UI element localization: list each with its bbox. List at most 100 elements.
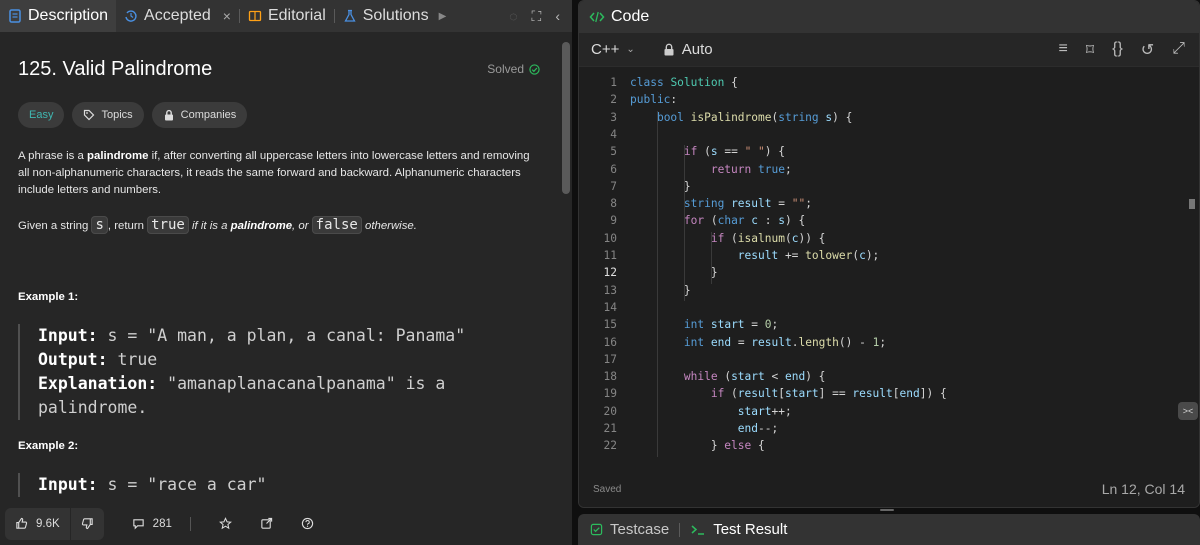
code-line[interactable]: } else { bbox=[630, 439, 765, 452]
code-line[interactable]: start++; bbox=[630, 405, 792, 418]
tab-test-result[interactable]: Test Result bbox=[690, 521, 787, 538]
input-label: Input: bbox=[38, 326, 98, 345]
code-line[interactable]: int end = result.length() - 1; bbox=[630, 336, 886, 349]
inline-code: s bbox=[91, 216, 108, 234]
code-line[interactable]: return true; bbox=[630, 163, 792, 176]
code-line[interactable]: if (result[start] == result[end]) { bbox=[630, 387, 947, 400]
line-number: 8 bbox=[610, 197, 617, 211]
code-line[interactable]: } bbox=[630, 284, 691, 297]
tag-chips: Easy Topics Companies bbox=[18, 102, 248, 128]
expand-icon[interactable]: ⤢ bbox=[1172, 40, 1185, 60]
example-block: Input: s = "race a car" bbox=[18, 473, 538, 497]
code-line[interactable]: } bbox=[630, 266, 718, 279]
cursor-position: Ln 12, Col 14 bbox=[1101, 481, 1185, 497]
input-label: Input: bbox=[38, 475, 98, 494]
play-icon[interactable]: ▶ bbox=[439, 11, 447, 22]
mode-toggle[interactable]: Auto bbox=[663, 41, 713, 58]
collapse-icon[interactable]: ‹ bbox=[555, 8, 560, 24]
dislike-button[interactable] bbox=[70, 507, 104, 540]
difficulty-badge: Easy bbox=[18, 102, 65, 128]
line-number: 2 bbox=[610, 93, 617, 107]
help-button[interactable] bbox=[301, 517, 314, 530]
line-number: 11 bbox=[603, 249, 617, 262]
language-select[interactable]: C++ ⌄ bbox=[591, 41, 635, 58]
code-line[interactable]: result += tolower(c); bbox=[630, 249, 880, 262]
tab-accepted[interactable]: Accepted × bbox=[116, 0, 239, 32]
comment-count: 281 bbox=[152, 517, 172, 530]
description-paragraph: A phrase is a palindrome if, after conve… bbox=[18, 148, 543, 199]
scrollbar-thumb[interactable] bbox=[1189, 199, 1195, 209]
code-editor[interactable]: 1 class Solution {2 public: 3 bool isPalind… bbox=[579, 71, 1184, 461]
format-icon[interactable]: ≡ bbox=[1059, 40, 1068, 60]
code-line[interactable]: class Solution { bbox=[630, 76, 738, 89]
editor-toolbar: C++ ⌄ Auto ≡ ⌑ {} ↺ ⤢ bbox=[579, 33, 1199, 67]
indent-guide bbox=[711, 231, 712, 284]
term-palindrome: palindrome bbox=[87, 150, 149, 162]
line-number: 20 bbox=[603, 404, 617, 418]
page-title: 125. Valid Palindrome bbox=[18, 58, 213, 80]
code-line[interactable]: while (start < end) { bbox=[630, 370, 826, 383]
console-tab-bar: Testcase Test Result bbox=[578, 514, 1200, 545]
tab-editorial[interactable]: Editorial bbox=[240, 0, 334, 32]
resize-handle[interactable] bbox=[880, 509, 894, 511]
thumbs-down-icon bbox=[81, 518, 93, 530]
thumbs-up-icon bbox=[16, 517, 28, 529]
code-line[interactable]: public: bbox=[630, 93, 677, 106]
description-footer: 9.6K 281 bbox=[0, 502, 572, 545]
code-line[interactable]: int start = 0; bbox=[630, 318, 778, 331]
maximize-icon[interactable]: ⛶ bbox=[532, 8, 542, 25]
line-number: 15 bbox=[603, 318, 617, 332]
code-panel-title: Code bbox=[611, 8, 650, 25]
tab-label: Editorial bbox=[267, 7, 326, 24]
terminal-icon bbox=[691, 525, 705, 535]
input-value: s = "race a car" bbox=[97, 475, 267, 494]
example-title: Example 1: bbox=[18, 291, 79, 303]
line-number: 4 bbox=[610, 127, 617, 141]
check-circle-icon bbox=[529, 63, 540, 75]
text-run: A phrase is a bbox=[18, 150, 88, 162]
problem-panel: Description Accepted × Editorial Solutio… bbox=[0, 0, 572, 545]
example-block: Input: s = "A man, a plan, a canal: Pana… bbox=[18, 324, 538, 420]
topics-button[interactable]: Topics bbox=[72, 102, 144, 128]
tab-solutions[interactable]: Solutions ▶ bbox=[335, 0, 455, 32]
lock-icon bbox=[164, 109, 173, 121]
save-status: Saved bbox=[593, 483, 622, 495]
reset-icon[interactable]: ↺ bbox=[1141, 40, 1154, 60]
code-line[interactable]: bool isPalindrome(string s) { bbox=[630, 111, 852, 124]
code-icon bbox=[589, 11, 605, 23]
explanation-value: palindrome. bbox=[38, 398, 148, 417]
favorite-button[interactable] bbox=[218, 517, 232, 530]
code-line[interactable]: } bbox=[630, 180, 691, 193]
companies-button[interactable]: Companies bbox=[151, 102, 248, 128]
description-scrollbar[interactable] bbox=[560, 32, 572, 502]
code-line[interactable]: if (isalnum(c)) { bbox=[630, 232, 826, 245]
bookmark-icon[interactable]: ⌑ bbox=[1086, 40, 1094, 60]
tab-label: Solutions bbox=[362, 7, 429, 24]
code-line[interactable]: end--; bbox=[630, 422, 778, 435]
line-number: 7 bbox=[610, 179, 617, 193]
braces-icon[interactable]: {} bbox=[1112, 40, 1123, 60]
share-button[interactable] bbox=[260, 517, 273, 530]
editor-status-bar: Saved Ln 12, Col 14 bbox=[579, 471, 1199, 507]
like-button[interactable]: 9.6K bbox=[5, 507, 71, 540]
text-run: if it is a bbox=[188, 220, 231, 232]
book-icon bbox=[248, 10, 262, 22]
tab-description[interactable]: Description bbox=[0, 0, 117, 32]
text-run: , or bbox=[292, 220, 312, 232]
left-tab-bar: Description Accepted × Editorial Solutio… bbox=[0, 0, 572, 32]
pin-icon[interactable]: ◌ bbox=[509, 8, 517, 24]
line-number: 10 bbox=[603, 231, 617, 245]
side-panel-handle[interactable]: >< bbox=[1178, 402, 1198, 420]
footer-divider bbox=[189, 516, 191, 531]
code-panel: Code C++ ⌄ Auto ≡ ⌑ {} ↺ ⤢ 1 class Soluti… bbox=[578, 0, 1200, 508]
inline-code: true bbox=[147, 216, 189, 234]
companies-label: Companies bbox=[180, 109, 237, 121]
close-icon[interactable]: × bbox=[223, 8, 231, 24]
code-line[interactable]: if (s == " ") { bbox=[630, 145, 785, 158]
comments-button[interactable]: 281 bbox=[132, 517, 172, 530]
tab-testcase[interactable]: Testcase bbox=[590, 521, 669, 538]
output-value: true bbox=[107, 350, 158, 369]
lock-icon bbox=[664, 43, 674, 56]
tab-divider bbox=[679, 522, 681, 537]
scrollbar-thumb[interactable] bbox=[562, 42, 570, 194]
